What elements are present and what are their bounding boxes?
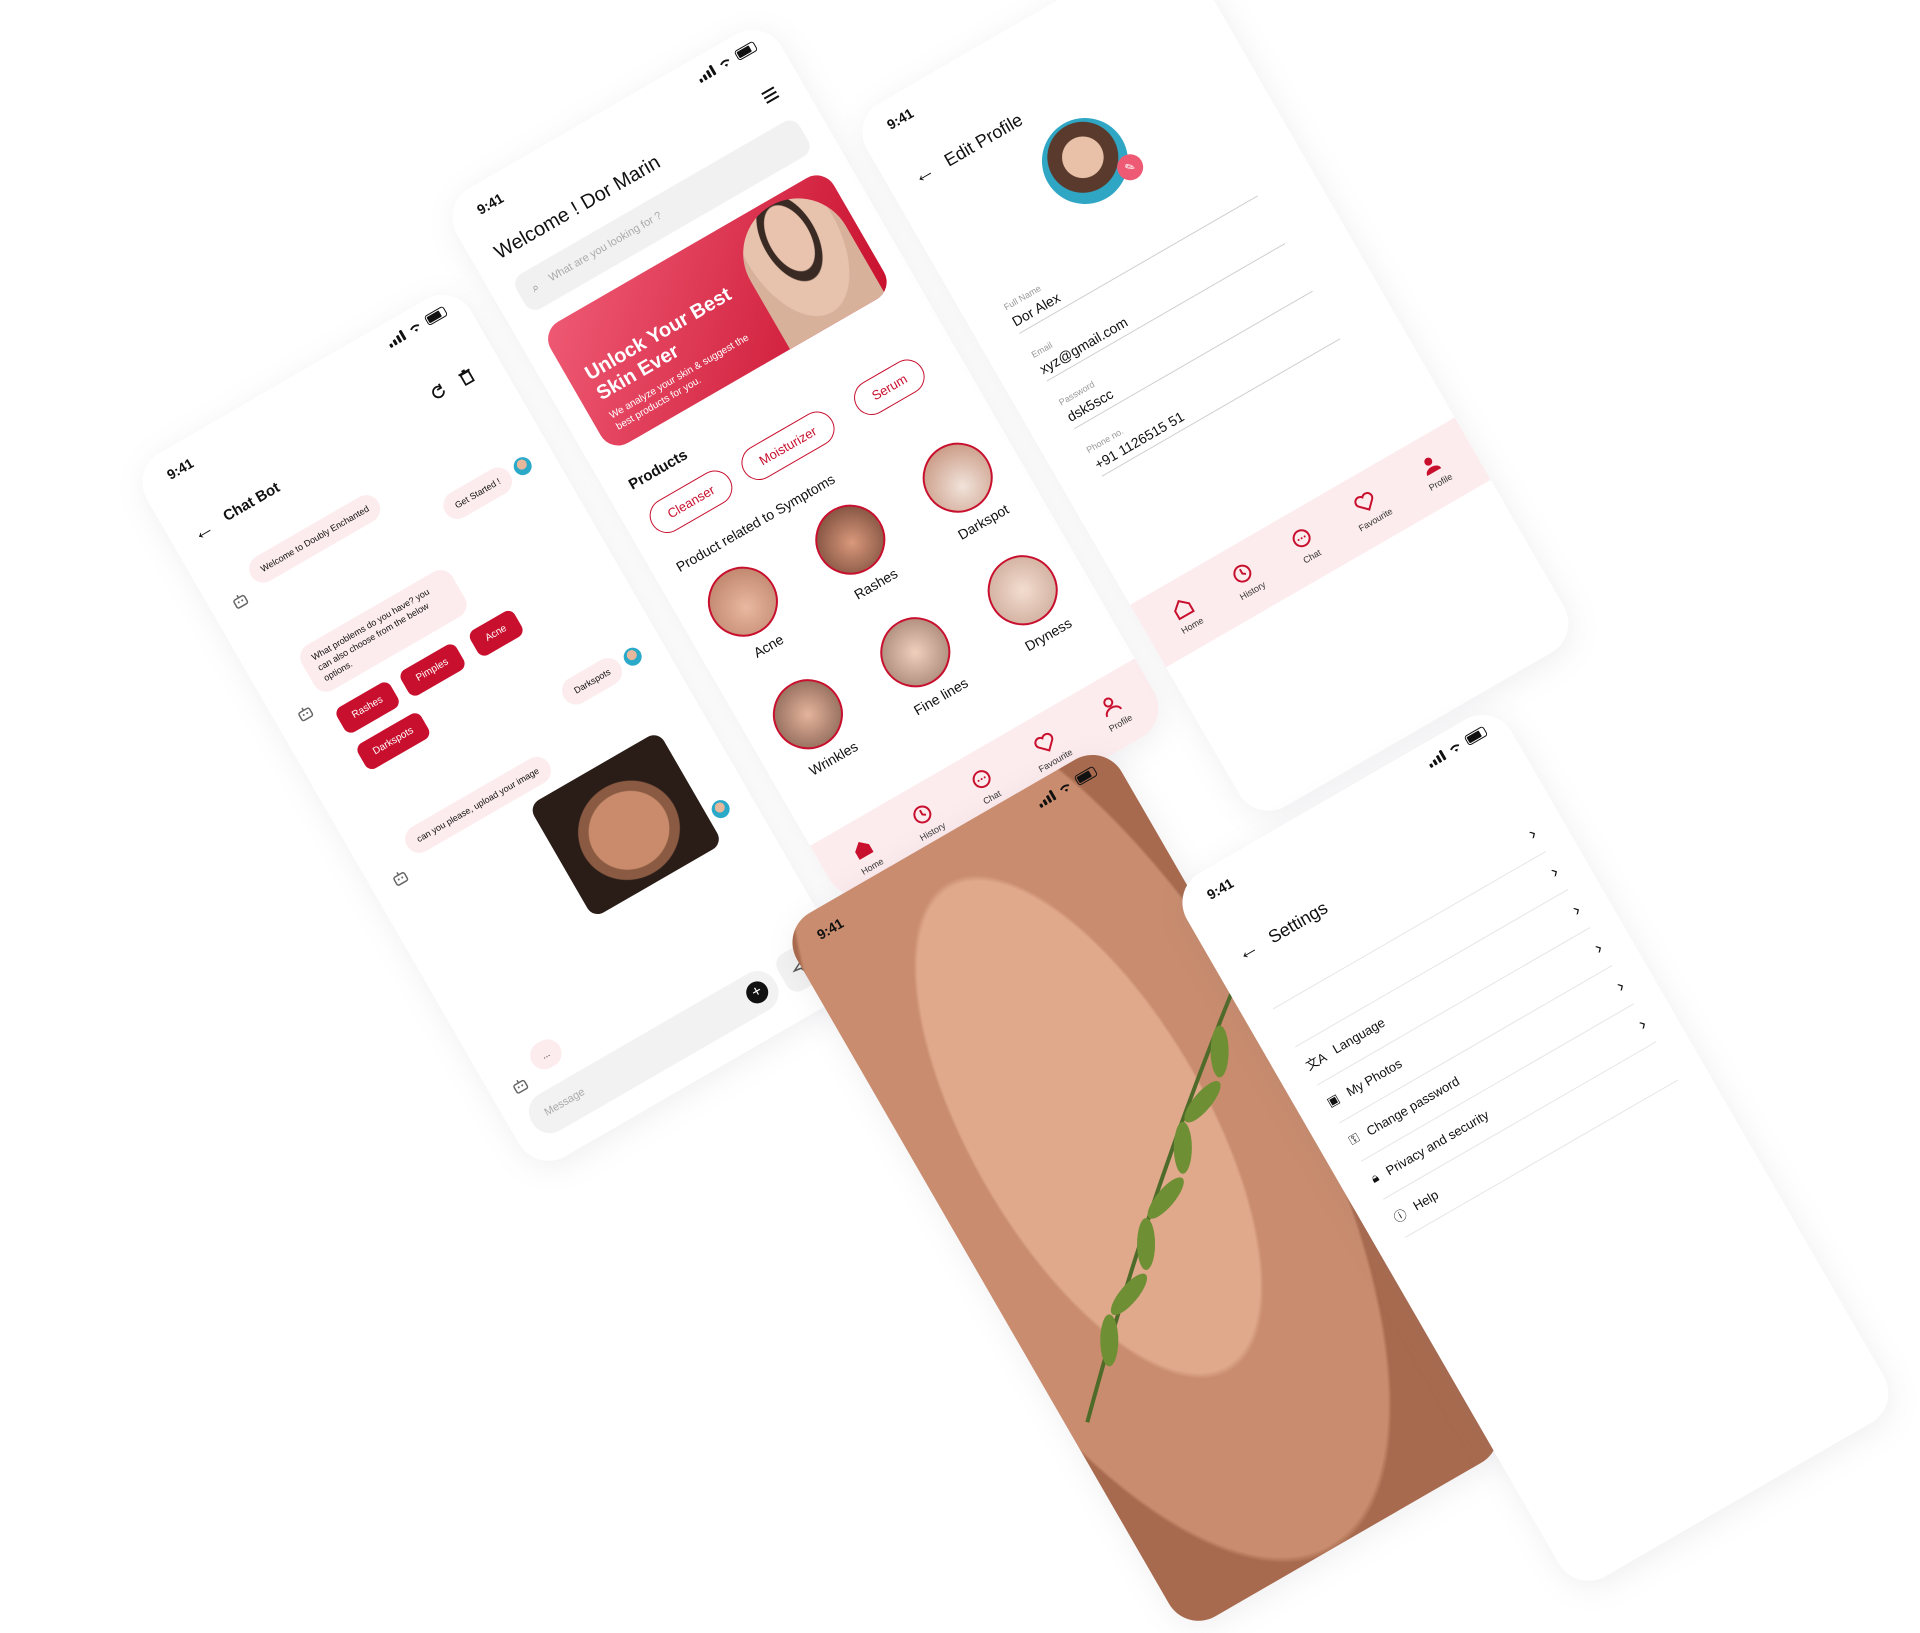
search-icon: ⌕: [529, 280, 542, 296]
status-icons: [386, 306, 449, 349]
back-icon[interactable]: ←: [909, 158, 939, 188]
wifi-icon: [406, 320, 424, 337]
symptom-darkspot[interactable]: Darkspot: [897, 422, 1031, 553]
status-bar: 9:41: [440, 18, 787, 244]
key-icon: ⚿: [1346, 1130, 1363, 1149]
bot-avatar-icon: [229, 590, 251, 612]
translate-icon: 文A: [1301, 1046, 1329, 1073]
chevron-right-icon: ›: [1546, 861, 1562, 882]
menu-icon[interactable]: [757, 81, 784, 108]
back-icon[interactable]: ←: [188, 516, 218, 546]
trash-icon[interactable]: [454, 364, 479, 389]
symptom-acne[interactable]: Acne: [682, 546, 816, 677]
uploaded-face-image: [528, 731, 723, 919]
bot-avatar-icon: [389, 867, 411, 889]
nav-chat[interactable]: Chat: [967, 765, 1004, 807]
status-icons: [696, 41, 759, 84]
bot-avatar-icon: [509, 1075, 531, 1097]
bot-avatar-icon: [294, 702, 316, 724]
signal-icon: [386, 330, 407, 349]
settings-label: Help: [1410, 1187, 1441, 1213]
nav-home[interactable]: Home: [1167, 593, 1206, 636]
status-time: 9:41: [884, 105, 916, 133]
status-time: 9:41: [474, 190, 506, 218]
bot-typing-indicator: ...: [525, 1034, 566, 1074]
nav-profile[interactable]: Profile: [1094, 690, 1134, 734]
symptom-dryness[interactable]: Dryness: [962, 535, 1096, 666]
nav-favourite[interactable]: Favourite: [1344, 484, 1395, 534]
page-title: Edit Profile: [941, 110, 1027, 172]
symptom-wrinkles[interactable]: Wrinkles: [747, 659, 881, 790]
refresh-icon[interactable]: [426, 380, 451, 405]
image-icon: ▣: [1324, 1091, 1343, 1111]
banner-model-image: [723, 178, 885, 349]
chatbot-title: Chat Bot: [220, 479, 283, 525]
status-time: 9:41: [814, 915, 846, 943]
nav-home[interactable]: Home: [847, 834, 886, 877]
nav-history[interactable]: History: [1225, 557, 1267, 602]
chevron-right-icon: ›: [1634, 1013, 1650, 1034]
user-avatar: [620, 644, 645, 669]
add-attachment-icon[interactable]: +: [742, 977, 772, 1007]
symptom-fine-lines[interactable]: Fine lines: [855, 597, 989, 728]
wifi-icon: [716, 55, 734, 72]
user-message-get-started: Get Started !: [438, 462, 517, 524]
battery-icon: [1464, 726, 1489, 747]
status-bar: 9:41: [130, 283, 477, 509]
battery-icon: [424, 306, 449, 327]
nav-chat[interactable]: Chat: [1287, 524, 1324, 566]
bot-message-welcome: Welcome to Doubly Enchanted: [244, 490, 386, 588]
help-icon: ⓘ: [1389, 1203, 1410, 1226]
chevron-right-icon: ›: [1612, 975, 1628, 996]
signal-icon: [1426, 750, 1447, 769]
option-acne[interactable]: Acne: [467, 608, 525, 659]
signal-icon: [1036, 790, 1057, 809]
nav-profile[interactable]: Profile: [1414, 449, 1454, 493]
status-bar: 9:41: [850, 0, 1197, 158]
lock-icon: 🔒︎: [1368, 1169, 1382, 1186]
user-message-darkspots: Darkspots: [557, 653, 627, 710]
option-pimples[interactable]: Pimples: [398, 642, 468, 699]
product-chip-serum[interactable]: Serum: [848, 353, 932, 421]
message-placeholder: Message: [542, 1086, 587, 1119]
back-icon[interactable]: ←: [1233, 935, 1263, 965]
battery-icon: [734, 41, 759, 62]
symptom-label: Acne: [751, 631, 787, 661]
signal-icon: [696, 65, 717, 84]
status-time: 9:41: [1204, 875, 1236, 903]
chevron-right-icon: ›: [1568, 899, 1584, 920]
symptom-rashes[interactable]: Rashes: [790, 484, 924, 615]
battery-icon: [1074, 766, 1099, 787]
user-avatar: [708, 797, 733, 822]
wifi-icon: [1056, 780, 1074, 797]
field-label: Full Name: [1002, 166, 1245, 312]
status-icons: [1426, 726, 1489, 769]
bottom-nav: Home History Chat Favourite Profile: [1130, 417, 1491, 667]
user-avatar: [510, 454, 535, 479]
chevron-right-icon: ›: [1590, 937, 1606, 958]
wifi-icon: [1446, 740, 1464, 757]
status-time: 9:41: [164, 455, 196, 483]
chevron-right-icon: ›: [1524, 823, 1540, 844]
